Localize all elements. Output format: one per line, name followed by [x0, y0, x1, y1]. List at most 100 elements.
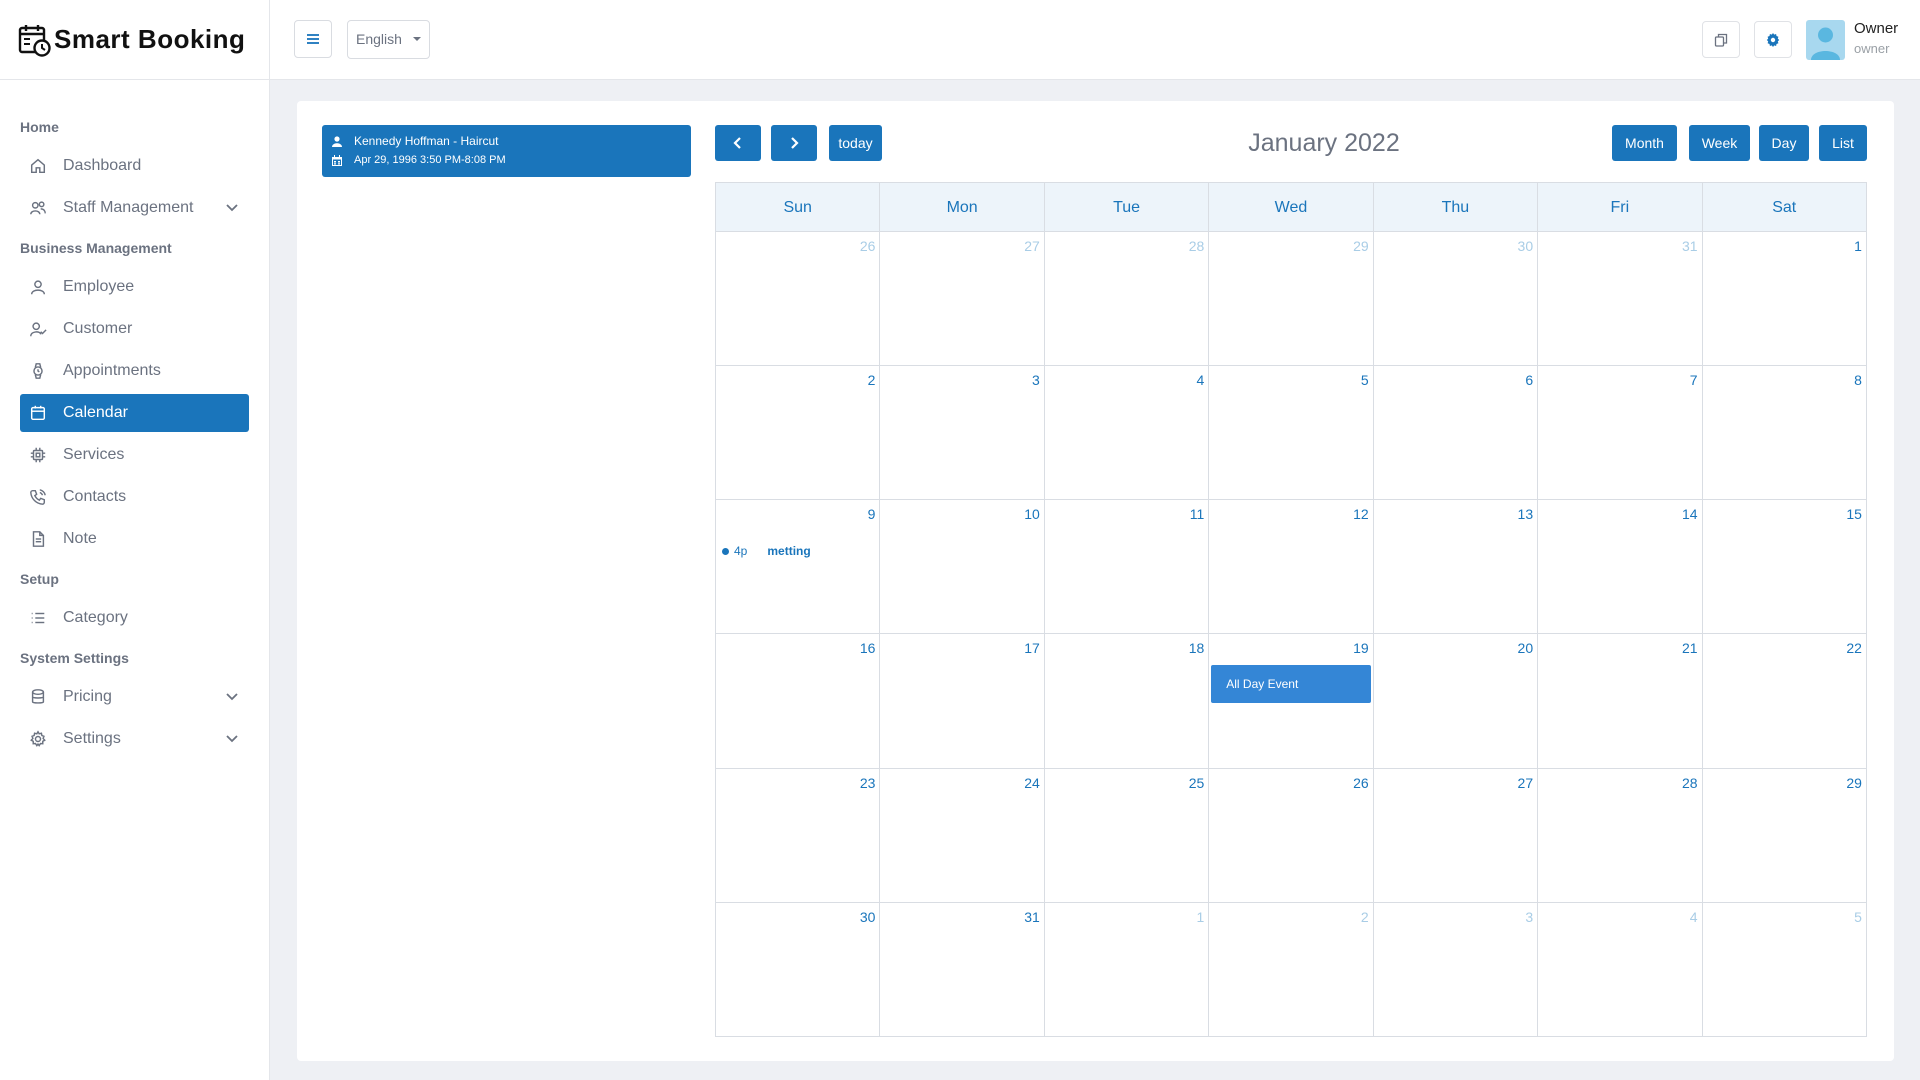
day-number[interactable]: 24 [1024, 775, 1040, 791]
day-number[interactable]: 1 [1196, 909, 1204, 925]
day-cell[interactable]: 29 [1209, 232, 1374, 366]
day-number[interactable]: 6 [1525, 372, 1533, 388]
day-cell[interactable]: 14 [1538, 500, 1703, 634]
day-number[interactable]: 30 [860, 909, 876, 925]
sidebar-item-services[interactable]: Services [20, 436, 249, 474]
day-cell[interactable]: 17 [880, 634, 1045, 768]
day-cell[interactable]: 30 [1374, 232, 1539, 366]
day-cell[interactable]: 9 4p metting [716, 500, 881, 634]
day-cell[interactable]: 28 [1538, 768, 1703, 902]
day-number[interactable]: 27 [1518, 775, 1534, 791]
day-number[interactable]: 14 [1682, 506, 1698, 522]
view-month-button[interactable]: Month [1612, 125, 1677, 161]
day-cell[interactable]: 27 [880, 232, 1045, 366]
day-cell[interactable]: 21 [1538, 634, 1703, 768]
sidebar-item-pricing[interactable]: Pricing [20, 678, 249, 716]
avatar[interactable] [1806, 20, 1845, 60]
day-number[interactable]: 28 [1189, 238, 1205, 254]
day-cell[interactable]: 2 [716, 366, 881, 500]
day-number[interactable]: 3 [1032, 372, 1040, 388]
day-cell[interactable]: 19 All Day Event [1209, 634, 1374, 768]
day-number[interactable]: 2 [1361, 909, 1369, 925]
day-cell[interactable]: 26 [716, 232, 881, 366]
day-cell[interactable]: 2 [1209, 902, 1374, 1037]
brand[interactable]: Smart Booking [0, 0, 269, 80]
day-number[interactable]: 19 [1353, 640, 1369, 656]
day-number[interactable]: 26 [1353, 775, 1369, 791]
sidebar-item-calendar[interactable]: Calendar [20, 394, 249, 432]
prev-button[interactable] [715, 125, 761, 161]
day-number[interactable]: 12 [1353, 506, 1369, 522]
day-cell[interactable]: 16 [716, 634, 881, 768]
day-number[interactable]: 10 [1024, 506, 1040, 522]
day-number[interactable]: 5 [1854, 909, 1862, 925]
day-cell[interactable]: 31 [1538, 232, 1703, 366]
day-cell[interactable]: 12 [1209, 500, 1374, 634]
day-cell[interactable]: 23 [716, 768, 881, 902]
day-number[interactable]: 16 [860, 640, 876, 656]
day-cell[interactable]: 13 [1374, 500, 1539, 634]
day-cell[interactable]: 7 [1538, 366, 1703, 500]
day-cell[interactable]: 1 [1045, 902, 1210, 1037]
day-number[interactable]: 5 [1361, 372, 1369, 388]
day-cell[interactable]: 6 [1374, 366, 1539, 500]
day-number[interactable]: 29 [1353, 238, 1369, 254]
calendar-event-meeting[interactable]: 4p metting [722, 544, 811, 558]
day-number[interactable]: 13 [1518, 506, 1534, 522]
day-number[interactable]: 3 [1525, 909, 1533, 925]
next-button[interactable] [771, 125, 817, 161]
day-number[interactable]: 18 [1189, 640, 1205, 656]
day-number[interactable]: 28 [1682, 775, 1698, 791]
day-cell[interactable]: 1 [1703, 232, 1866, 365]
day-cell[interactable]: 8 [1703, 366, 1866, 499]
day-cell[interactable]: 26 [1209, 768, 1374, 902]
view-day-button[interactable]: Day [1759, 125, 1809, 161]
day-number[interactable]: 7 [1690, 372, 1698, 388]
sidebar-item-note[interactable]: Note [20, 520, 249, 558]
day-cell[interactable]: 15 [1703, 500, 1866, 633]
day-cell[interactable]: 4 [1538, 902, 1703, 1037]
today-button[interactable]: today [829, 125, 882, 161]
settings-button[interactable] [1754, 21, 1792, 58]
sidebar-item-dashboard[interactable]: Dashboard [20, 147, 249, 185]
day-cell[interactable]: 27 [1374, 768, 1539, 902]
language-select[interactable]: English [347, 20, 430, 59]
day-cell[interactable]: 20 [1374, 634, 1539, 768]
sidebar-item-customer[interactable]: Customer [20, 310, 249, 348]
day-number[interactable]: 21 [1682, 640, 1698, 656]
day-number[interactable]: 23 [860, 775, 876, 791]
day-cell[interactable]: 3 [1374, 902, 1539, 1037]
day-number[interactable]: 8 [1854, 372, 1862, 388]
day-number[interactable]: 2 [868, 372, 876, 388]
view-week-button[interactable]: Week [1689, 125, 1750, 161]
day-cell[interactable]: 11 [1045, 500, 1210, 634]
copy-button[interactable] [1702, 21, 1740, 58]
day-cell[interactable]: 30 [716, 902, 881, 1037]
day-cell[interactable]: 24 [880, 768, 1045, 902]
day-number[interactable]: 1 [1854, 238, 1862, 254]
day-cell[interactable]: 29 [1703, 769, 1866, 902]
sidebar-item-contacts[interactable]: Contacts [20, 478, 249, 516]
day-number[interactable]: 11 [1190, 506, 1205, 522]
day-cell[interactable]: 25 [1045, 768, 1210, 902]
day-number[interactable]: 26 [860, 238, 876, 254]
day-cell[interactable]: 18 [1045, 634, 1210, 768]
day-cell[interactable]: 4 [1045, 366, 1210, 500]
user-name[interactable]: Owner [1854, 20, 1898, 37]
day-cell[interactable]: 28 [1045, 232, 1210, 366]
day-cell[interactable]: 22 [1703, 634, 1866, 767]
sidebar-item-settings[interactable]: Settings [20, 720, 249, 758]
day-number[interactable]: 17 [1024, 640, 1040, 656]
day-number[interactable]: 30 [1518, 238, 1534, 254]
day-number[interactable]: 27 [1024, 238, 1040, 254]
calendar-event-all-day[interactable]: All Day Event [1211, 665, 1371, 704]
sidebar-item-employee[interactable]: Employee [20, 268, 249, 306]
day-cell[interactable]: 5 [1703, 903, 1866, 1037]
day-number[interactable]: 31 [1024, 909, 1040, 925]
day-number[interactable]: 4 [1196, 372, 1204, 388]
draggable-event-item[interactable]: Kennedy Hoffman - Haircut Apr 29, 1996 3… [322, 125, 691, 177]
day-cell[interactable]: 10 [880, 500, 1045, 634]
day-number[interactable]: 22 [1846, 640, 1862, 656]
menu-toggle-button[interactable] [294, 20, 332, 58]
sidebar-item-category[interactable]: Category [20, 599, 249, 637]
